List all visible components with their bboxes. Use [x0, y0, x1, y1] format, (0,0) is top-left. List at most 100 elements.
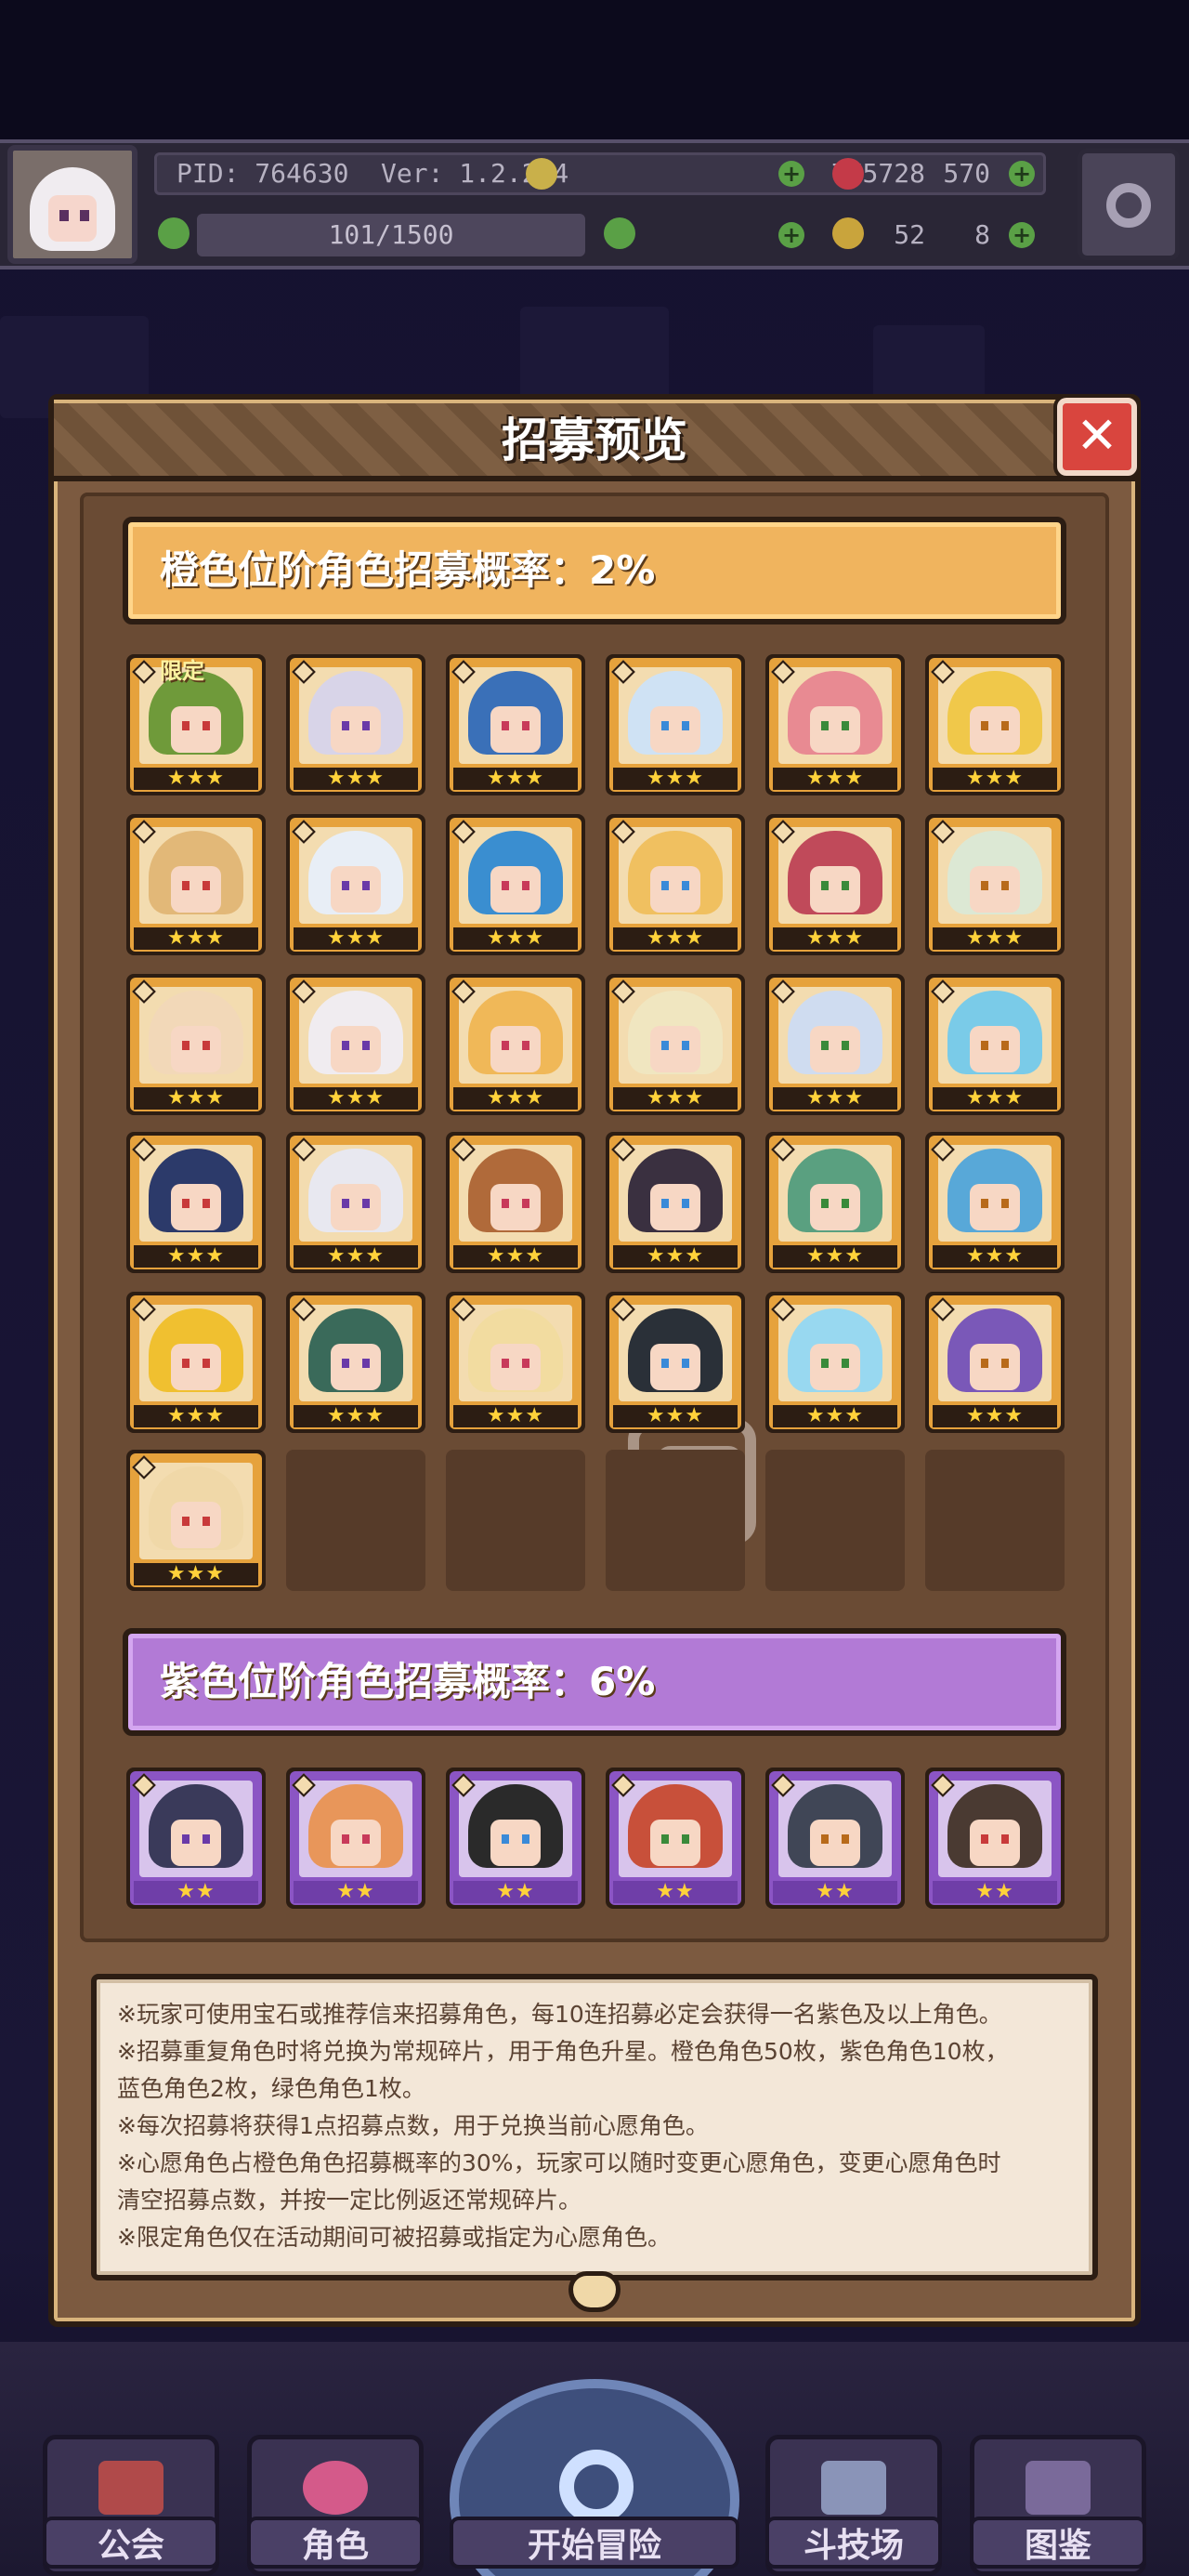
character-card[interactable]: ★★★	[446, 814, 585, 955]
portrait-eye	[182, 1834, 189, 1844]
portrait-face	[490, 1026, 541, 1072]
character-card[interactable]: ★★★	[286, 974, 425, 1115]
portrait-eye	[502, 1834, 509, 1844]
portrait-eye	[182, 1359, 189, 1368]
character-card[interactable]: ★★★	[925, 974, 1065, 1115]
character-card[interactable]: ★★★	[765, 1132, 905, 1273]
player-avatar[interactable]	[7, 145, 137, 264]
avatar-face	[48, 195, 97, 242]
character-card[interactable]: ★★★	[286, 1292, 425, 1433]
character-card[interactable]: ★★★	[446, 1292, 585, 1433]
character-portrait	[299, 667, 412, 764]
character-card[interactable]: ★★★	[925, 814, 1065, 955]
nav-start-label[interactable]: 开始冒险	[450, 2517, 739, 2569]
character-card[interactable]: ★★★	[126, 974, 266, 1115]
star-rating: ★★★	[134, 1087, 258, 1110]
character-card[interactable]: ★★	[286, 1768, 425, 1909]
portrait-eye	[342, 1834, 349, 1844]
character-card[interactable]: ★★★	[126, 814, 266, 955]
dialog-title: 招募预览	[502, 414, 687, 467]
character-portrait	[938, 1305, 1052, 1401]
portrait-face	[810, 1184, 860, 1230]
star-rating: ★★★	[453, 768, 578, 790]
portrait-eye	[682, 1834, 689, 1844]
character-card[interactable]: ★★★	[126, 1450, 266, 1591]
star-rating: ★★★	[933, 1245, 1057, 1268]
close-icon: ✕	[1076, 406, 1118, 465]
recruit-rules-notes: ※玩家可使用宝石或推荐信来招募角色，每10连招募必定会获得一名紫色及以上角色。 …	[91, 1974, 1098, 2280]
character-card[interactable]: ★★★ 限定	[126, 654, 266, 795]
character-card[interactable]: ★★★	[606, 974, 745, 1115]
nav-guild-label[interactable]: 公会	[43, 2517, 219, 2569]
crossed-swords-icon	[821, 2461, 886, 2515]
star-rating: ★★★	[773, 927, 897, 950]
character-card[interactable]: ★★★	[606, 654, 745, 795]
portrait-face	[331, 1344, 381, 1390]
character-card[interactable]: ★★★	[286, 814, 425, 955]
portrait-eye	[522, 881, 529, 890]
character-card[interactable]: ★★★	[925, 1132, 1065, 1273]
portrait-eye	[362, 1041, 370, 1050]
portrait-eye	[981, 1199, 988, 1208]
character-card[interactable]: ★★★	[446, 974, 585, 1115]
character-card[interactable]: ★★★	[286, 1132, 425, 1273]
portrait-face	[970, 866, 1020, 913]
note-line: ※每次招募将获得1点招募点数，用于兑换当前心愿角色。	[117, 2112, 709, 2139]
character-card[interactable]: ★★	[126, 1768, 266, 1909]
character-card[interactable]: ★★★	[765, 814, 905, 955]
portrait-face	[171, 866, 221, 913]
character-portrait	[619, 1781, 732, 1877]
orange-tier-header: 橙色位阶角色招募概率：2%	[123, 517, 1066, 624]
clover-icon	[604, 217, 635, 249]
portrait-face	[490, 866, 541, 913]
portrait-eye	[182, 1199, 189, 1208]
character-card[interactable]: ★★★	[925, 654, 1065, 795]
portrait-eye	[821, 1199, 829, 1208]
character-card[interactable]: ★★	[606, 1768, 745, 1909]
character-card[interactable]: ★★★	[286, 654, 425, 795]
character-card[interactable]: ★★	[446, 1768, 585, 1909]
character-card[interactable]: ★★★	[606, 1132, 745, 1273]
character-card[interactable]: ★★★	[126, 1132, 266, 1273]
nav-codex-label[interactable]: 图鉴	[970, 2517, 1146, 2569]
nav-arena-label[interactable]: 斗技场	[765, 2517, 942, 2569]
add-gold-icon[interactable]: +	[778, 161, 804, 187]
character-card[interactable]: ★★★	[925, 1292, 1065, 1433]
character-card[interactable]: ★★★	[765, 974, 905, 1115]
portrait-eye	[182, 881, 189, 890]
character-card[interactable]: ★★★	[765, 1292, 905, 1433]
character-portrait	[299, 987, 412, 1084]
character-card[interactable]: ★★★	[126, 1292, 266, 1433]
character-card[interactable]: ★★★	[606, 1292, 745, 1433]
character-card[interactable]: ★★★	[446, 654, 585, 795]
character-card[interactable]: ★★★	[765, 654, 905, 795]
character-card[interactable]: ★★★	[446, 1132, 585, 1273]
portrait-eye	[362, 1199, 370, 1208]
portrait-face	[171, 1184, 221, 1230]
portrait-face	[650, 1026, 700, 1072]
portrait-face	[490, 706, 541, 753]
add-gem-icon[interactable]: +	[1009, 161, 1035, 187]
character-portrait	[619, 667, 732, 764]
add-key-icon[interactable]: +	[1009, 222, 1035, 248]
close-button[interactable]: ✕	[1057, 398, 1137, 476]
portrait-eye	[981, 1359, 988, 1368]
character-card[interactable]: ★★	[925, 1768, 1065, 1909]
portrait-eye	[203, 1041, 210, 1050]
nav-character-label[interactable]: 角色	[247, 2517, 424, 2569]
portrait-face	[331, 866, 381, 913]
portrait-face	[171, 1502, 221, 1548]
portrait-eye	[981, 881, 988, 890]
star-rating: ★★	[933, 1881, 1057, 1903]
portrait-eye	[821, 721, 829, 730]
portrait-face	[650, 1820, 700, 1866]
portrait-face	[490, 1344, 541, 1390]
character-portrait	[778, 1305, 892, 1401]
star-rating: ★★★	[773, 768, 897, 790]
character-card[interactable]: ★★	[765, 1768, 905, 1909]
settings-button[interactable]: gear	[1078, 149, 1180, 260]
portrait-eye	[661, 1359, 669, 1368]
character-card[interactable]: ★★★	[606, 814, 745, 955]
gold-coin-icon	[526, 158, 557, 190]
add-clover-icon[interactable]: +	[778, 222, 804, 248]
